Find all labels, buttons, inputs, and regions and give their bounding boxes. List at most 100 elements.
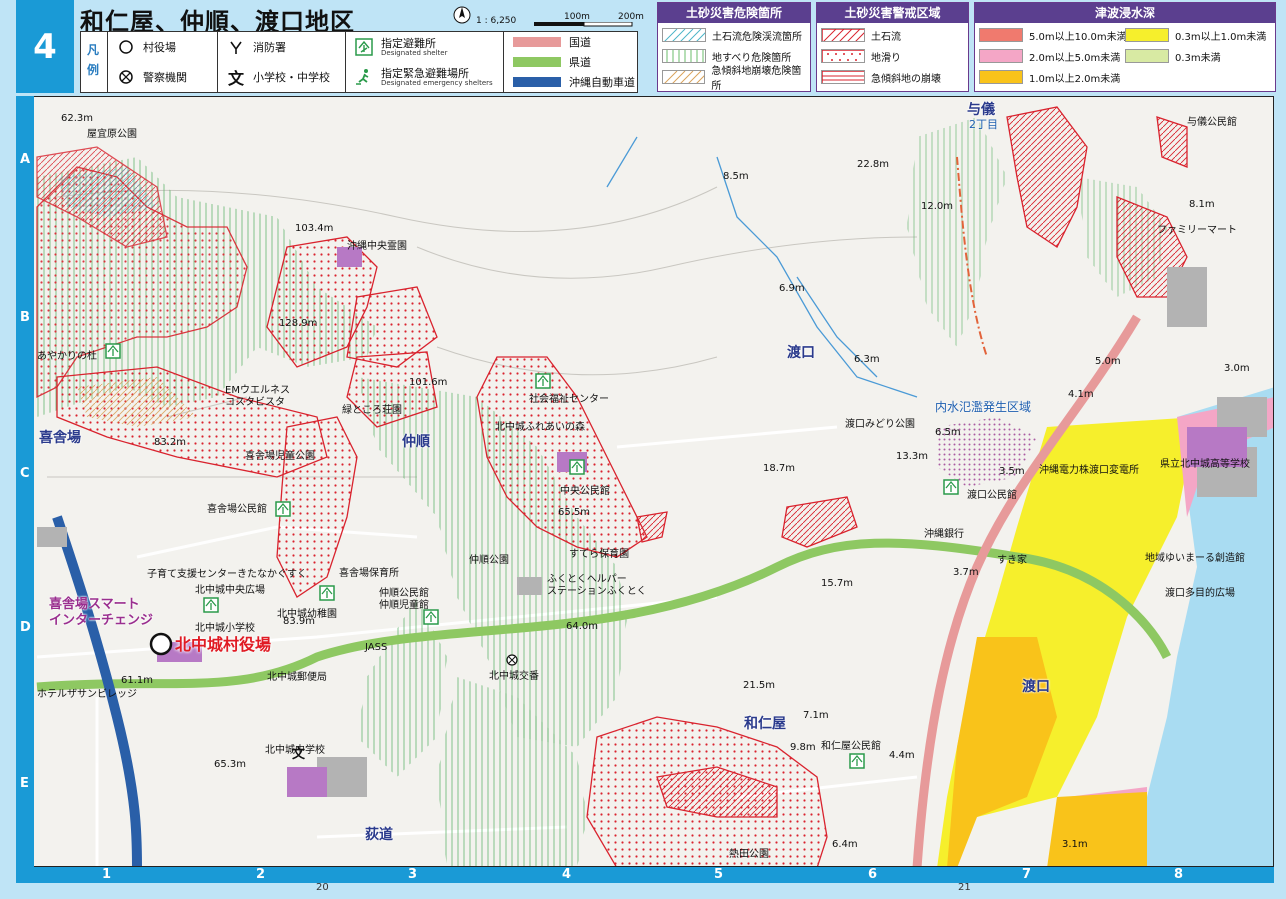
panel-item: 0.3m以上1.0m未満: [1125, 25, 1266, 45]
place-label: 北中城小学校: [195, 623, 255, 634]
place-label: 渡口公民館: [967, 490, 1017, 501]
place-label: 県立北中城高等学校: [1160, 459, 1250, 470]
shelter-icon[interactable]: [105, 343, 121, 359]
place-label: 地域ゆいまーる創造館: [1145, 553, 1245, 564]
elevation-label: 15.7m: [821, 578, 854, 589]
elevation-label: 3.7m: [953, 567, 979, 578]
debris-flow-area: [1006, 106, 1088, 248]
school-icon[interactable]: 文: [290, 745, 306, 761]
elevation-label: 13.3m: [896, 451, 929, 462]
panel-item-label: 0.3m未満: [1175, 52, 1221, 64]
elevation-label: 18.7m: [763, 463, 796, 474]
elevation-label: 6.9m: [779, 283, 805, 294]
panel-item: 5.0m以上10.0m未満: [979, 25, 1127, 45]
panel-item: 地滑り: [821, 46, 901, 66]
adjacent-page-left[interactable]: 20: [316, 882, 329, 893]
debris-flow-area: [636, 511, 668, 543]
elevation-label: 4.1m: [1068, 389, 1094, 400]
scale-100-label: 100m: [564, 12, 590, 22]
grid-row-label: D: [20, 620, 31, 635]
panel-item: 急傾斜地崩壊危険箇所: [662, 66, 810, 92]
scale-200-label: 200m: [618, 12, 644, 22]
elevation-label: 61.1m: [121, 675, 154, 686]
shelter-icon[interactable]: [275, 501, 291, 517]
legend-road-expressway: 沖縄自動車道: [503, 72, 635, 92]
panel-item: 土石流危険渓流箇所: [662, 25, 802, 45]
grid-row-label: E: [20, 776, 29, 791]
legend-label: 指定避難所: [381, 36, 436, 50]
grid-col-label: 6: [868, 867, 878, 882]
grid-row-label: A: [20, 152, 31, 167]
scale-ruler: [534, 22, 633, 27]
place-label: 緑ところ荘園: [342, 405, 402, 416]
landslide-danger-area: [907, 117, 1007, 347]
shelter-icon[interactable]: [203, 597, 219, 613]
police-icon[interactable]: [505, 653, 519, 667]
shelter-icon[interactable]: [849, 753, 865, 769]
place-label: 喜舎場公民館: [207, 504, 267, 515]
place-label: 沖縄銀行: [924, 529, 964, 540]
grid-row-label: C: [20, 466, 30, 481]
legend-road-national: 国道: [503, 32, 591, 52]
elevation-label: 83.9m: [283, 616, 316, 627]
school-icon: 文: [227, 69, 244, 88]
legend-item-shelter: 指定避難所 Designated shelter: [345, 32, 447, 62]
depth-5-10-swatch: [979, 28, 1023, 42]
tsunami-depth-panel: 津波浸水深 5.0m以上10.0m未満 0.3m以上1.0m未満 2.0m以上5…: [974, 2, 1276, 92]
shelter-icon[interactable]: [943, 479, 959, 495]
place-label: 北中城中央広場: [195, 585, 265, 596]
place-label: 北中城郵便局: [267, 672, 327, 683]
shelter-icon[interactable]: [319, 585, 335, 601]
legend-kanji-col: 凡例: [81, 32, 108, 92]
shelter-icon[interactable]: [535, 373, 551, 389]
legend-col-2: 消防署 文 小学校・中学校: [217, 32, 346, 92]
shelter-icon: [353, 36, 375, 58]
sediment-warning-panel: 土砂災害警戒区域 土石流 地滑り 急傾斜地の崩壊: [816, 2, 969, 92]
legend-item-police: 警察機関: [107, 62, 187, 92]
elevation-label: 6.4m: [832, 839, 858, 850]
debris-flow-swatch: [821, 28, 865, 42]
elevation-label: 22.8m: [857, 159, 890, 170]
shelter-icon[interactable]: [569, 459, 585, 475]
adjacent-page-right[interactable]: 21: [958, 882, 971, 893]
legend-label: 指定緊急避難場所: [381, 66, 469, 80]
area-ogido: 荻道: [365, 827, 393, 843]
hazard-map[interactable]: 北中城村役場 喜舎場 仲順 渡口 和仁屋 荻道 与儀 2丁目 渡口 喜舎場スマー…: [16, 96, 1274, 867]
depth-1-2-swatch: [979, 70, 1023, 84]
legend-item-emergency-shelter: 指定緊急避難場所 Designated emergency shelters: [345, 62, 493, 92]
panel-item-label: 急傾斜地崩壊危険箇所: [711, 66, 802, 92]
elevation-label: 64.0m: [566, 621, 599, 632]
grid-col-label: 7: [1022, 867, 1032, 882]
place-label: ホテルザサンビレッジ: [37, 689, 137, 700]
panel-item-label: 急傾斜地の崩壊: [871, 73, 941, 85]
area-kishaba: 喜舎場: [39, 430, 81, 446]
grid-col-label: 3: [408, 867, 418, 882]
police-icon: [115, 66, 137, 88]
scale-ratio: 1 : 6,250: [476, 16, 517, 26]
area-toguchi: 渡口: [787, 345, 815, 361]
legend-label: 県道: [569, 56, 591, 69]
slope-collapse-swatch: [821, 70, 865, 84]
grid-col-label: 4: [562, 867, 572, 882]
village-office-label: 北中城村役場: [175, 635, 272, 654]
elevation-label: 128.9m: [279, 318, 318, 329]
panel-item-label: 5.0m以上10.0m未満: [1029, 31, 1127, 43]
grid-col-label: 1: [102, 867, 112, 882]
area-yogi-sub: 2丁目: [969, 118, 998, 131]
place-label: あやかりの杜: [37, 351, 97, 362]
panel-item-label: 土石流危険渓流箇所: [712, 31, 802, 43]
expressway-swatch: [513, 77, 561, 87]
emergency-shelter-icon: [353, 66, 375, 88]
elevation-label: 6.3m: [854, 354, 880, 365]
tsunami-inundation-area: [947, 637, 1057, 866]
village-office-icon[interactable]: [148, 631, 174, 657]
national-road-swatch: [513, 37, 561, 47]
legend-label: 沖縄自動車道: [569, 76, 635, 89]
place-label: すき家: [997, 555, 1027, 566]
elevation-label: 101.6m: [409, 377, 448, 388]
place-label: 北中城ふれあいの森: [495, 422, 585, 433]
depth-03-1-swatch: [1125, 28, 1169, 42]
depth-under-03-swatch: [1125, 49, 1169, 63]
area-chunjun: 仲順: [402, 434, 430, 450]
shelter-icon[interactable]: [423, 609, 439, 625]
